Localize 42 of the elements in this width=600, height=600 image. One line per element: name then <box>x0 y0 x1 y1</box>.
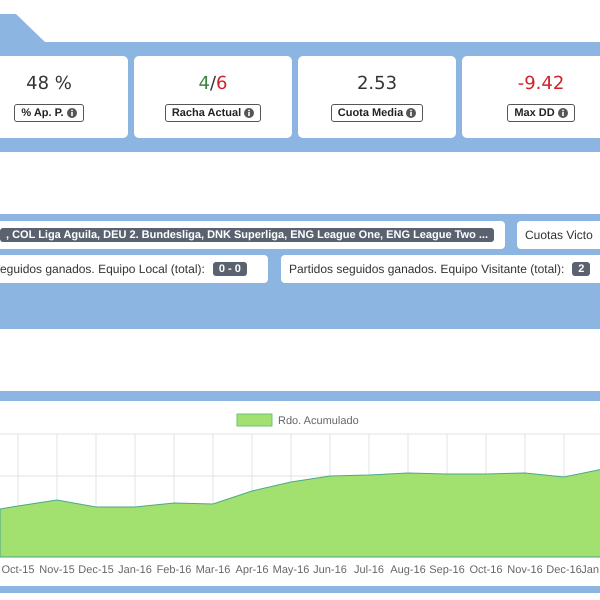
league-badge: , COL Liga Aguila, DEU 2. Bundesliga, DNK Superliga, ENG League One, ENG League Two ... <box>0 228 494 242</box>
metric-label-text: Cuota Media <box>338 106 404 118</box>
x-axis-label: Feb-16 <box>156 564 192 576</box>
metric-label-text: Racha Actual <box>172 106 242 118</box>
metric-label[interactable]: Max DD <box>507 104 575 122</box>
info-icon <box>66 108 77 118</box>
metric-label-text: Max DD <box>514 106 555 118</box>
x-axis-label: Nov-15 <box>39 564 75 576</box>
odds-label: Cuotas Victo <box>525 228 593 242</box>
metric-value: 48 % <box>26 72 72 94</box>
metric-label[interactable]: % Ap. P. <box>14 104 84 122</box>
x-axis-label: Dec-16 <box>546 564 582 576</box>
x-axis-label: Oct-15 <box>2 564 34 576</box>
x-axis-label: May-16 <box>272 564 310 576</box>
x-axis-label: Mar-16 <box>196 564 230 576</box>
home-streak-label: eguidos ganados. Equipo Local (total): <box>0 262 205 276</box>
x-axis-label: Oct-16 <box>470 564 502 576</box>
home-streak-badge: 0 - 0 <box>212 262 247 276</box>
info-icon <box>244 108 254 118</box>
metric-value: 2.53 <box>356 72 398 94</box>
away-streak-label: Partidos seguidos ganados. Equipo Visitante (total): <box>289 262 564 276</box>
metric-label-text: % Ap. P. <box>21 106 64 118</box>
x-axis-label: Sep-16 <box>429 564 465 576</box>
x-axis-label: Jun-16 <box>313 564 347 576</box>
metric-value: 4/6 <box>198 72 228 94</box>
metric-value: -9.42 <box>518 72 564 94</box>
x-axis-label: Apr-16 <box>235 564 269 576</box>
metric-label[interactable]: Racha Actual <box>164 104 262 122</box>
odds-filter[interactable]: Cuotas Victo <box>517 221 600 249</box>
league-filter[interactable]: , COL Liga Aguila, DEU 2. Bundesliga, DNK Superliga, ENG League One, ENG League Two ... <box>0 221 505 249</box>
info-icon <box>558 108 568 118</box>
x-axis-label: Jan <box>581 564 599 576</box>
x-axis-label: Jul-16 <box>354 564 384 576</box>
x-axis-label: Jan-16 <box>118 564 152 576</box>
away-streak-badge: 2 <box>572 262 590 276</box>
x-axis-label: Aug-16 <box>390 564 426 576</box>
legend-swatch <box>236 414 272 426</box>
legend-label: Rdo. Acumulado <box>278 415 359 427</box>
info-icon <box>406 108 416 118</box>
x-axis-label: Dec-15 <box>78 564 114 576</box>
x-axis-label: Nov-16 <box>507 564 543 576</box>
metric-label[interactable]: Cuota Media <box>330 104 424 122</box>
